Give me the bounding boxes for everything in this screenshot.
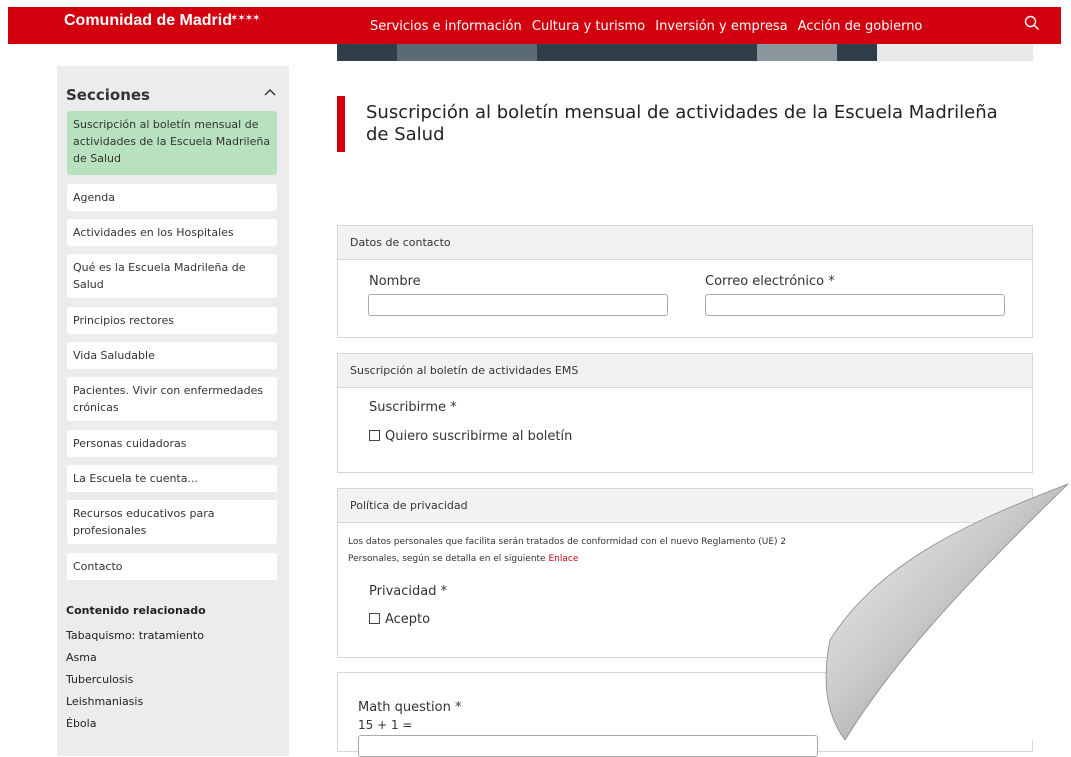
math-question: 15 + 1 = — [358, 718, 413, 732]
contact-heading: Datos de contacto — [338, 226, 1032, 260]
nav-cultura[interactable]: Cultura y turismo — [532, 19, 645, 34]
privacy-link[interactable]: Enlace — [548, 554, 578, 564]
subscribe-checkbox-label: Quiero suscribirme al boletín — [385, 429, 573, 444]
title-accent — [337, 96, 345, 152]
related-title: Contenido relacionado — [66, 604, 206, 617]
privacy-text: Los datos personales que facilita serán … — [348, 534, 1028, 568]
related-link[interactable]: Tabaquismo: tratamiento — [66, 629, 204, 642]
sidebar-item-principios[interactable]: Principios rectores — [67, 307, 277, 334]
related-link[interactable]: Leishmaniasis — [66, 695, 143, 708]
nav-inversion[interactable]: Inversión y empresa — [655, 19, 787, 34]
accept-checkbox[interactable]: Acepto — [369, 612, 430, 627]
subscription-panel: Suscripción al boletín de actividades EM… — [337, 353, 1033, 473]
checkbox-icon[interactable] — [369, 613, 380, 624]
sidebar-title: Secciones — [66, 86, 150, 104]
sidebar: Secciones Suscripción al boletín mensual… — [57, 66, 289, 756]
sidebar-item-pacientes[interactable]: Pacientes. Vivir con enfermedades crónic… — [67, 377, 277, 421]
brand-logo[interactable]: Comunidad de Madrid — [64, 12, 232, 30]
checkbox-icon[interactable] — [369, 430, 380, 441]
related-link[interactable]: Asma — [66, 651, 97, 664]
email-field[interactable] — [705, 294, 1005, 316]
privacy-text-line2: Personales, según se detalla en el sigui… — [348, 551, 1028, 568]
sidebar-item-cuidadoras[interactable]: Personas cuidadoras — [67, 430, 277, 457]
math-panel: Math question * 15 + 1 = — [337, 672, 1033, 757]
privacy-heading: Política de privacidad — [338, 489, 1032, 523]
main-nav: Servicios e información Cultura y turism… — [370, 19, 928, 34]
privacy-panel: Política de privacidad Los datos persona… — [337, 488, 1033, 658]
math-label: Math question * — [358, 700, 462, 715]
stars-logo-icon: ✶✶✶✶ — [230, 13, 260, 24]
top-header: Comunidad de Madrid ✶✶✶✶ Servicios e inf… — [0, 0, 1071, 44]
email-label: Correo electrónico * — [705, 274, 835, 289]
subscribe-label: Suscribirme * — [369, 400, 457, 415]
subscription-heading: Suscripción al boletín de actividades EM… — [338, 354, 1032, 388]
nav-servicios[interactable]: Servicios e información — [370, 19, 522, 34]
search-icon[interactable] — [1024, 15, 1040, 31]
sidebar-item-vida-saludable[interactable]: Vida Saludable — [67, 342, 277, 369]
contact-panel: Datos de contacto Nombre Correo electrón… — [337, 225, 1033, 338]
banner-image — [337, 44, 1033, 61]
sidebar-item-agenda[interactable]: Agenda — [67, 184, 277, 211]
name-label: Nombre — [369, 274, 421, 289]
sidebar-item-que-es[interactable]: Qué es la Escuela Madrileña de Salud — [67, 254, 277, 298]
privacy-text-line1: Los datos personales que facilita serán … — [348, 537, 787, 547]
sidebar-item-contacto[interactable]: Contacto — [67, 553, 277, 580]
sidebar-item-hospitales[interactable]: Actividades en los Hospitales — [67, 219, 277, 246]
subscribe-checkbox[interactable]: Quiero suscribirme al boletín — [369, 429, 572, 444]
math-answer-field[interactable] — [358, 735, 818, 757]
sidebar-item-escuela-cuenta[interactable]: La Escuela te cuenta... — [67, 465, 277, 492]
related-link[interactable]: Ébola — [66, 717, 96, 730]
name-field[interactable] — [368, 294, 668, 316]
sidebar-item-suscripcion[interactable]: Suscripción al boletín mensual de activi… — [67, 111, 277, 175]
nav-accion[interactable]: Acción de gobierno — [798, 19, 923, 34]
privacy-label: Privacidad * — [369, 584, 448, 599]
privacy-text-line2-text: Personales, según se detalla en el sigui… — [348, 554, 546, 564]
accept-checkbox-label: Acepto — [385, 612, 431, 627]
page-title: Suscripción al boletín mensual de activi… — [366, 102, 998, 145]
chevron-up-icon[interactable] — [264, 88, 276, 96]
related-link[interactable]: Tuberculosis — [66, 673, 133, 686]
sidebar-item-recursos[interactable]: Recursos educativos para profesionales — [67, 500, 277, 544]
